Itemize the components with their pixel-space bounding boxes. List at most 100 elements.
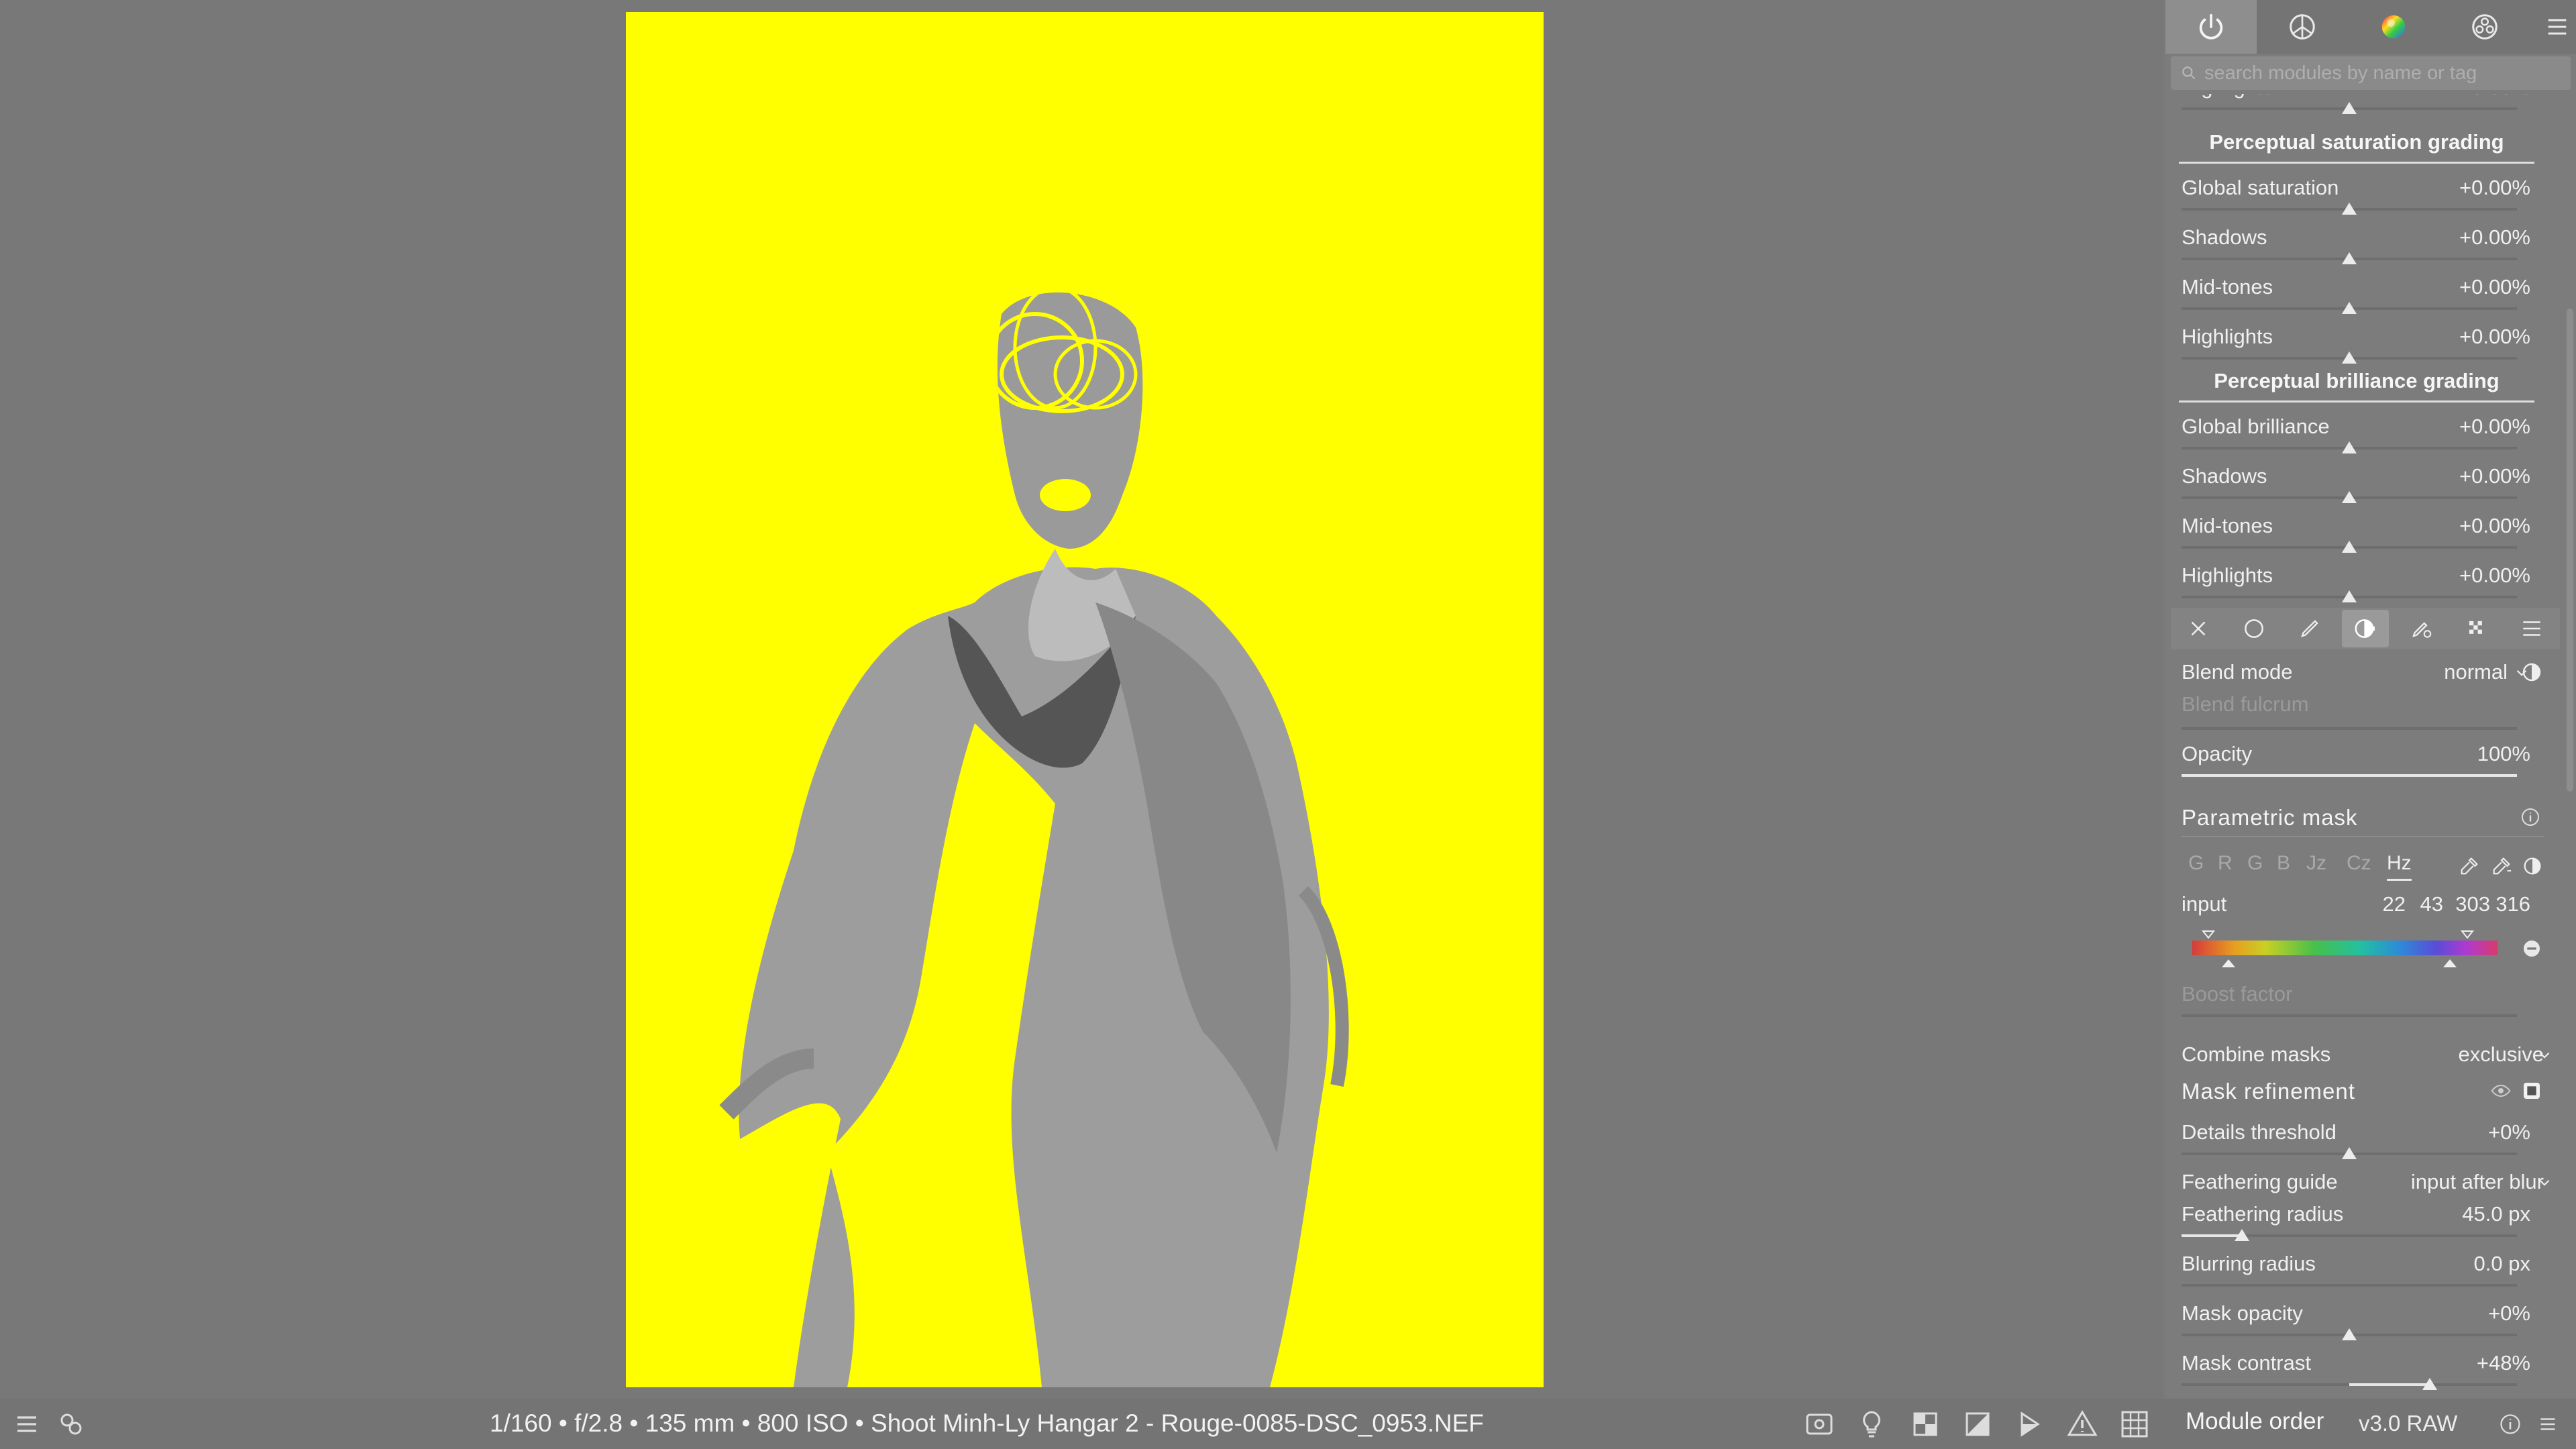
slider-value: +0.00% [2459,464,2530,488]
info-icon[interactable] [2498,1412,2522,1436]
channel-tab-hz[interactable]: Hz [2387,852,2412,881]
slider-marker[interactable] [2342,541,2357,553]
styles-icon[interactable] [55,1408,87,1440]
slider-mid-tones[interactable]: Mid-tones +0.00% [2182,275,2530,322]
slider-marker[interactable] [2342,1328,2357,1340]
blend-fulcrum-label: Blend fulcrum [2182,692,2309,716]
slider-value: +0.00% [2459,94,2530,99]
blurring-radius-slider[interactable]: Blurring radius 0.0 px [2182,1252,2530,1299]
details-threshold-slider[interactable]: Details threshold +0% [2182,1120,2530,1167]
slider-label: Highlights [2182,94,2273,99]
module-search[interactable] [2171,56,2571,90]
clipping-icon[interactable] [1962,1408,1994,1440]
slider-track[interactable] [2182,1284,2517,1287]
slider-marker[interactable] [2342,352,2357,364]
slider-marker[interactable] [2235,1229,2249,1241]
mask-opacity-slider[interactable]: Mask opacity +0% [2182,1301,2530,1348]
slider-marker[interactable] [2342,203,2357,215]
hamburger-menu-icon[interactable] [2544,12,2571,42]
mask-refinement-title: Mask refinement [2182,1079,2355,1104]
blurring-radius-label: Blurring radius [2182,1252,2316,1275]
slider-marker[interactable] [2342,302,2357,314]
channel-tab-jz[interactable]: Jz [2306,852,2326,875]
power-icon [2199,13,2223,40]
focus-peaking-icon[interactable] [1803,1408,1835,1440]
slider-global-saturation[interactable]: Global saturation +0.00% [2182,176,2530,223]
slider-marker[interactable] [2342,1147,2357,1159]
info-icon[interactable] [2520,806,2541,828]
slider-track[interactable] [2182,1234,2517,1237]
slider-value: +0.00% [2459,415,2530,438]
power-tab[interactable] [2165,0,2257,54]
channel-tab-r[interactable]: R [2218,852,2233,875]
invert-polarity-icon[interactable] [2521,855,2544,877]
channel-tab-g-gray[interactable]: G [2188,852,2204,875]
slider-marker[interactable] [2342,252,2357,264]
slider-track[interactable] [2182,1014,2517,1017]
slider-marker[interactable] [2342,590,2357,602]
slider-marker[interactable] [2342,102,2357,114]
input-value-2: 43 [2420,892,2443,916]
mask-contrast-slider[interactable]: Mask contrast +48% [2182,1351,2530,1398]
channel-tabs: G R G B Jz Cz Hz [2188,852,2412,883]
module-settings-scroll[interactable]: Highlights +0.00% Perceptual saturation … [2165,94,2561,1399]
feathering-radius-slider[interactable]: Feathering radius 45.0 px [2182,1202,2530,1249]
slider-mid-tones[interactable]: Mid-tones +0.00% [2182,514,2530,561]
hue-gradient-slider[interactable] [2192,941,2498,955]
image-info: 1/160 • f/2.8 • 135 mm • 800 ISO • Shoot… [490,1409,1484,1437]
hamburger-menu-icon[interactable] [11,1408,43,1440]
slider-marker[interactable] [2422,1378,2437,1390]
mask-contrast-value: +48% [2476,1351,2530,1375]
slider-shadows[interactable]: Shadows +0.00% [2182,225,2530,272]
mask-display-icon[interactable] [2521,1080,2542,1102]
eye-icon[interactable] [2490,1080,2512,1102]
channel-tab-b[interactable]: B [2277,852,2290,875]
search-input[interactable] [2204,62,2567,85]
image-canvas[interactable] [626,12,1544,1387]
color-picker-icon[interactable] [2458,855,2481,877]
effects-tab[interactable] [2439,0,2530,54]
panel-scrollbar[interactable] [2567,309,2573,792]
softproof-icon[interactable] [2014,1408,2046,1440]
search-icon [2182,66,2196,80]
channel-tab-g[interactable]: G [2247,852,2263,875]
color-picker-range-icon[interactable] [2490,855,2513,877]
drawn-mask-button[interactable] [2286,610,2333,647]
hamburger-menu-icon[interactable] [2536,1412,2560,1436]
mask-off-button[interactable] [2175,610,2222,647]
invert-toggle-icon[interactable] [2520,660,2544,684]
lightbulb-icon[interactable] [1856,1408,1888,1440]
slider-marker[interactable] [2342,491,2357,503]
raster-mask-button[interactable] [2453,610,2500,647]
reset-range-icon[interactable] [2521,938,2542,959]
slider-value: +0.00% [2459,275,2530,299]
parametric-mask-button[interactable] [2341,610,2389,647]
uniform-mask-button[interactable] [2231,610,2277,647]
slider-fill [2182,1234,2242,1237]
blend-menu-button[interactable] [2508,610,2555,647]
drawn-parametric-mask-button[interactable] [2398,610,2445,647]
base-tab[interactable] [2257,0,2348,54]
slider-track[interactable] [2182,727,2517,730]
raw-overexposed-icon[interactable] [1909,1408,1941,1440]
input-label: input [2182,892,2227,916]
gamut-warning-icon[interactable] [2066,1408,2098,1440]
brilliance-section-title: Perceptual brilliance grading [2179,369,2534,402]
module-order-button[interactable]: Module order [2186,1408,2324,1435]
slider-track[interactable] [2182,774,2517,777]
circle-pattern-icon [2472,14,2498,40]
slider-shadows[interactable]: Shadows +0.00% [2182,464,2530,511]
slider-global-brilliance[interactable]: Global brilliance +0.00% [2182,415,2530,462]
guides-grid-icon[interactable] [2118,1408,2151,1440]
channel-tab-cz[interactable]: Cz [2347,852,2371,875]
blend-fulcrum-slider[interactable]: Blend fulcrum [2182,692,2530,739]
slider-marker[interactable] [2342,441,2357,453]
blurring-radius-value: 0.0 px [2473,1252,2530,1275]
slider-highlights[interactable]: Highlights +0.00% [2182,325,2530,372]
slider-highlights[interactable]: Highlights +0.00% [2182,564,2530,610]
color-tab[interactable] [2348,0,2439,54]
highlights-partial-slider[interactable]: Highlights +0.00% [2182,94,2530,122]
boost-factor-slider[interactable]: Boost factor [2182,982,2530,1029]
opacity-slider[interactable]: Opacity 100% [2182,742,2530,789]
slider-track[interactable] [2182,1383,2517,1386]
